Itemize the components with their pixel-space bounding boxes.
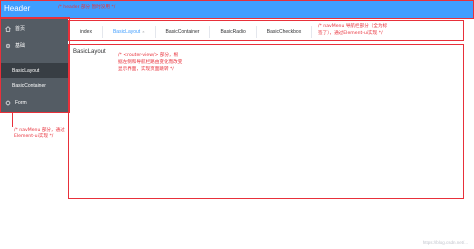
tab-index[interactable]: index [70, 26, 103, 38]
tabs-annotation-line1: /* navMenu 导航栏部分（全为标 [318, 24, 388, 29]
sidebar-annotation-outline [0, 17, 70, 113]
tab-label: BasicCheckbox [266, 29, 302, 35]
watermark: https://blog.csdn.net/... [422, 240, 468, 245]
content-annotation-line3: 显示界面，实现页面跳转 */ [118, 67, 174, 72]
content-annotation-line2: 据左侧和导航栏路由变化而改变 [118, 60, 183, 65]
tab-label: BasicContainer [165, 29, 200, 35]
tab-label: BasicLayout [112, 29, 141, 35]
tab-label: BasicRadio [220, 29, 246, 35]
content-title: BasicLayout [73, 49, 106, 55]
tab-basicradio[interactable]: BasicRadio [210, 26, 257, 38]
tabs-annotation-line2: 签了），通过Element-ui实现 */ [318, 31, 383, 36]
sidebar-annotation-line2: Element-ui实现 */ [14, 134, 54, 139]
tab-basiccontainer[interactable]: BasicContainer [156, 26, 211, 38]
tab-basiccheckbox[interactable]: BasicCheckbox [257, 26, 313, 38]
content-annotation-line1: /* <router-view/> 部分，根 [118, 53, 179, 58]
sidebar-annotation-connector [12, 113, 13, 127]
tab-label: index [80, 29, 92, 35]
tab-bar: index BasicLayout × BasicContainer BasicR… [70, 25, 313, 39]
header-annotation: /* header 部分 暂时没用 */ [58, 5, 116, 10]
tab-basiclayout[interactable]: BasicLayout × [103, 26, 156, 38]
close-icon[interactable]: × [142, 29, 144, 34]
